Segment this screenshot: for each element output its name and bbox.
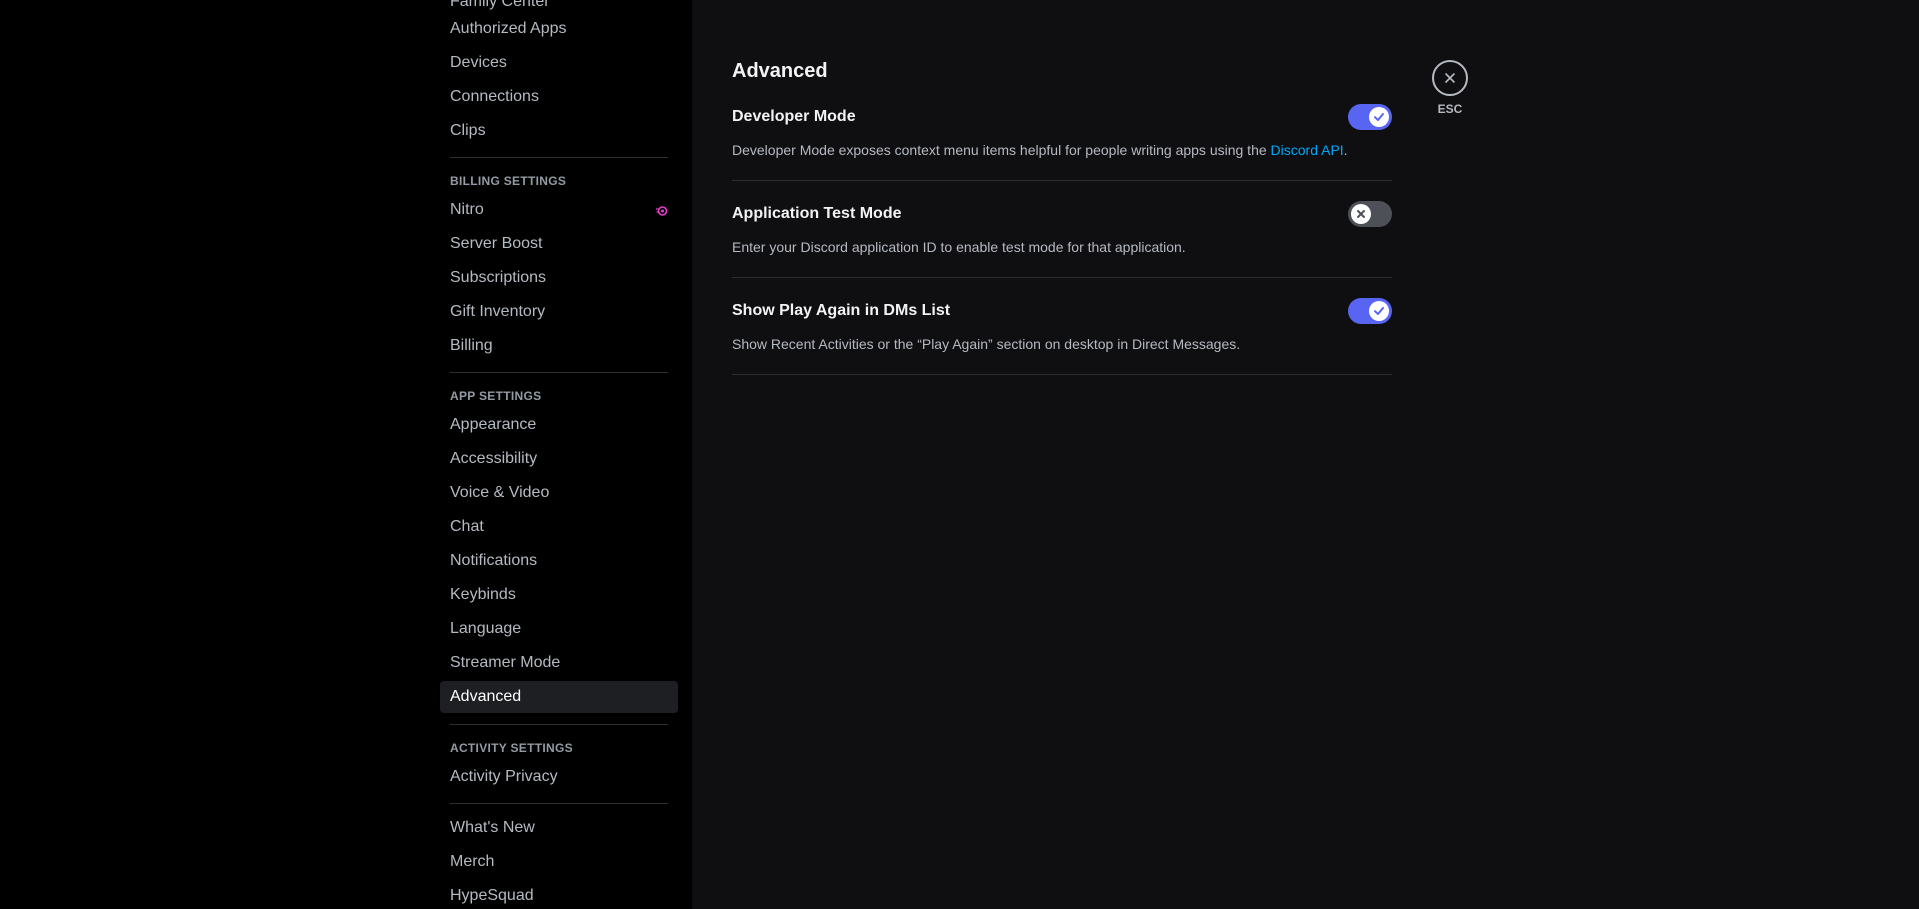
setting-description-developer-mode: Developer Mode exposes context menu item… [732,142,1348,158]
setting-divider [732,277,1392,278]
x-icon [1357,210,1365,218]
sidebar-item-server-boost[interactable]: Server Boost [440,228,678,260]
description-suffix: . [1343,142,1348,158]
sidebar-item-hypesquad[interactable]: HypeSquad [440,880,678,909]
show-play-again-toggle[interactable] [1348,298,1392,324]
section-header-activity: ACTIVITY SETTINGS [450,741,573,755]
sidebar-item-label: Nitro [450,201,484,218]
close-settings: ESC [1432,60,1468,116]
sidebar-item-authorized-apps[interactable]: Authorized Apps [440,13,678,45]
sidebar-item-appearance[interactable]: Appearance [440,409,678,441]
sidebar-item-connections[interactable]: Connections [440,81,678,113]
setting-title-developer-mode: Developer Mode [732,108,856,125]
toggle-knob [1369,301,1389,321]
sidebar-item-language[interactable]: Language [440,613,678,645]
esc-label: ESC [1437,102,1463,116]
check-icon [1374,307,1384,315]
sidebar-separator [450,372,668,373]
section-header-billing: BILLING SETTINGS [450,174,567,188]
sidebar-item-streamer-mode[interactable]: Streamer Mode [440,647,678,679]
setting-description-show-play-again: Show Recent Activities or the “Play Agai… [732,336,1241,352]
sidebar-separator [450,157,668,158]
sidebar-item-activity-privacy[interactable]: Activity Privacy [440,761,678,793]
sidebar-item-merch[interactable]: Merch [440,846,678,878]
sidebar-item-voice-video[interactable]: Voice & Video [440,477,678,509]
section-header-app: APP SETTINGS [450,389,542,403]
sidebar-item-accessibility[interactable]: Accessibility [440,443,678,475]
close-icon [1445,73,1455,83]
setting-divider [732,180,1392,181]
close-button[interactable] [1432,60,1468,96]
sidebar-item-whats-new[interactable]: What's New [440,812,678,844]
setting-title-show-play-again: Show Play Again in DMs List [732,302,951,319]
check-icon [1374,113,1384,121]
toggle-knob [1351,204,1371,224]
sidebar-item-advanced[interactable]: Advanced [440,681,678,713]
sidebar-item-devices[interactable]: Devices [440,47,678,79]
nitro-icon [656,204,668,216]
sidebar-item-keybinds[interactable]: Keybinds [440,579,678,611]
sidebar-item-clips[interactable]: Clips [440,115,678,147]
sidebar-item-chat[interactable]: Chat [440,511,678,543]
discord-api-link[interactable]: Discord API [1271,142,1344,158]
developer-mode-toggle[interactable] [1348,104,1392,130]
toggle-knob [1369,107,1389,127]
sidebar-item-notifications[interactable]: Notifications [440,545,678,577]
setting-description-application-test-mode: Enter your Discord application ID to ena… [732,239,1186,255]
page-title: Advanced [732,60,828,82]
sidebar-item-subscriptions[interactable]: Subscriptions [440,262,678,294]
sidebar-item-gift-inventory[interactable]: Gift Inventory [440,296,678,328]
settings-sidebar-region: Family Center Authorized Apps Devices Co… [0,0,692,909]
sidebar-separator [450,803,668,804]
description-text: Developer Mode exposes context menu item… [732,142,1271,158]
sidebar-separator [450,724,668,725]
setting-divider [732,374,1392,375]
sidebar-item-nitro[interactable]: Nitro [440,194,678,226]
application-test-mode-toggle[interactable] [1348,201,1392,227]
sidebar-item-billing[interactable]: Billing [440,330,678,362]
setting-title-application-test-mode: Application Test Mode [732,205,902,222]
